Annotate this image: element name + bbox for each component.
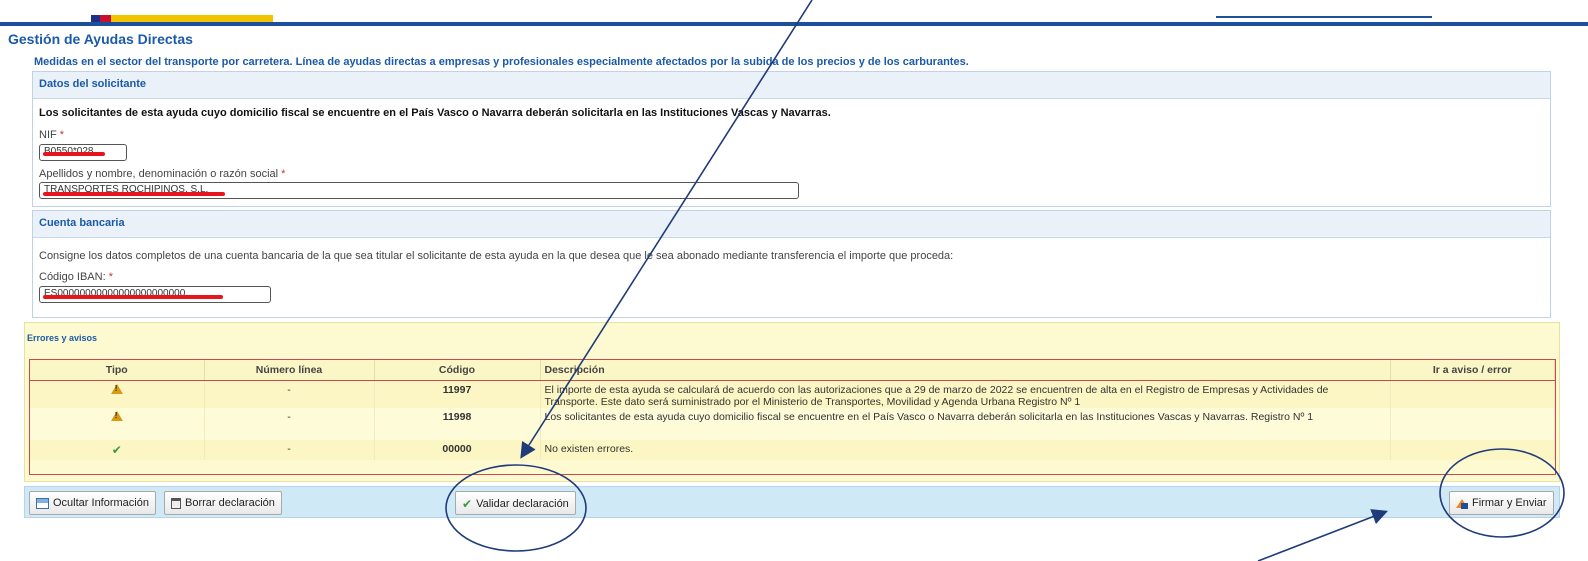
tipo-cell <box>30 380 205 408</box>
header-rule <box>0 22 1588 26</box>
descripcion-cell: El importe de esta ayuda se calculará de… <box>540 380 1391 408</box>
solicitante-panel-title: Datos del solicitante <box>33 72 1550 99</box>
firmar-enviar-button[interactable]: Firmar y Enviar <box>1449 491 1554 515</box>
borrar-declaracion-button[interactable]: Borrar declaración <box>164 491 282 515</box>
redaction-mark <box>43 295 223 299</box>
ocultar-label: Ocultar Información <box>53 497 149 509</box>
required-mark: * <box>108 271 113 283</box>
table-header-row: Tipo Número línea Código Descripción Ir … <box>30 360 1555 381</box>
nif-label-text: NIF <box>39 129 57 141</box>
descripcion-cell: Los solicitantes de esta ayuda cuyo domi… <box>540 407 1391 440</box>
sign-icon <box>1456 497 1468 510</box>
firmar-label: Firmar y Enviar <box>1472 497 1547 509</box>
annotation-arrow <box>1257 509 1388 561</box>
borrar-label: Borrar declaración <box>185 497 275 509</box>
required-mark: * <box>281 168 286 180</box>
iban-label-text: Código IBAN: <box>39 271 106 283</box>
required-mark: * <box>59 129 65 141</box>
trash-icon <box>171 497 181 509</box>
codigo-cell: 00000 <box>374 439 541 460</box>
cuenta-panel: Cuenta bancaria Consigne los datos compl… <box>32 210 1551 318</box>
codigo-cell: 11998 <box>374 407 541 440</box>
table-row[interactable]: - 11998 Los solicitantes de esta ayuda c… <box>30 407 1555 440</box>
descripcion-cell: No existen errores. <box>540 439 1391 460</box>
check-icon: ✔ <box>462 497 473 511</box>
check-icon: ✔ <box>111 442 122 457</box>
ir-aviso-cell[interactable] <box>1390 407 1555 440</box>
solicitante-note: Los solicitantes de esta ayuda cuyo domi… <box>39 107 831 119</box>
linea-cell: - <box>204 439 375 460</box>
warning-icon <box>110 410 123 421</box>
col-codigo: Código <box>374 360 541 381</box>
col-descripcion: Descripción <box>540 360 1391 381</box>
errores-title: Errores y avisos <box>27 333 98 343</box>
action-toolbar: Ocultar Información Borrar declaración ✔… <box>24 486 1560 518</box>
logo-flag-red <box>100 15 111 22</box>
name-input[interactable]: TRANSPORTES ROCHIPINOS, S.L. <box>39 182 799 199</box>
linea-cell: - <box>204 407 375 440</box>
ir-aviso-cell[interactable] <box>1390 439 1555 460</box>
name-label-text: Apellidos y nombre, denominación o razón… <box>39 168 279 180</box>
table-row[interactable]: ✔ - 00000 No existen errores. <box>30 439 1555 460</box>
cuenta-panel-title: Cuenta bancaria <box>33 211 1550 238</box>
redaction-mark <box>43 152 105 156</box>
tipo-cell: ✔ <box>30 439 205 460</box>
logo-flag-yellow <box>111 15 273 22</box>
cuenta-note: Consigne los datos completos de una cuen… <box>39 250 954 262</box>
col-numero-linea: Número línea <box>204 360 375 381</box>
ocultar-informacion-button[interactable]: Ocultar Información <box>29 491 156 515</box>
iban-label: Código IBAN: * <box>39 271 113 283</box>
table-row[interactable]: - 11997 El importe de esta ayuda se calc… <box>30 380 1555 408</box>
col-tipo: Tipo <box>30 360 205 381</box>
validar-label: Validar declaración <box>476 497 569 510</box>
panel-icon <box>36 497 49 509</box>
redaction-mark <box>43 192 225 196</box>
page-subtitle: Medidas en el sector del transporte por … <box>34 56 969 68</box>
validar-declaracion-button[interactable]: ✔ Validar declaración <box>455 491 576 515</box>
codigo-cell: 11997 <box>374 380 541 408</box>
warning-icon <box>110 383 123 394</box>
col-ir-aviso: Ir a aviso / error <box>1390 360 1555 381</box>
page-title: Gestión de Ayudas Directas <box>8 31 193 47</box>
logo-flag-blue <box>91 15 100 22</box>
linea-cell: - <box>204 380 375 408</box>
ir-aviso-cell[interactable] <box>1390 380 1555 408</box>
solicitante-panel: Datos del solicitante Los solicitantes d… <box>32 71 1551 207</box>
nif-label: NIF * <box>39 129 64 141</box>
name-label: Apellidos y nombre, denominación o razón… <box>39 168 285 180</box>
top-tab-underline <box>1216 15 1432 18</box>
errores-panel: Errores y avisos Tipo Número línea Códig… <box>24 322 1560 482</box>
tipo-cell <box>30 407 205 440</box>
errores-table: Tipo Número línea Código Descripción Ir … <box>29 359 1556 475</box>
